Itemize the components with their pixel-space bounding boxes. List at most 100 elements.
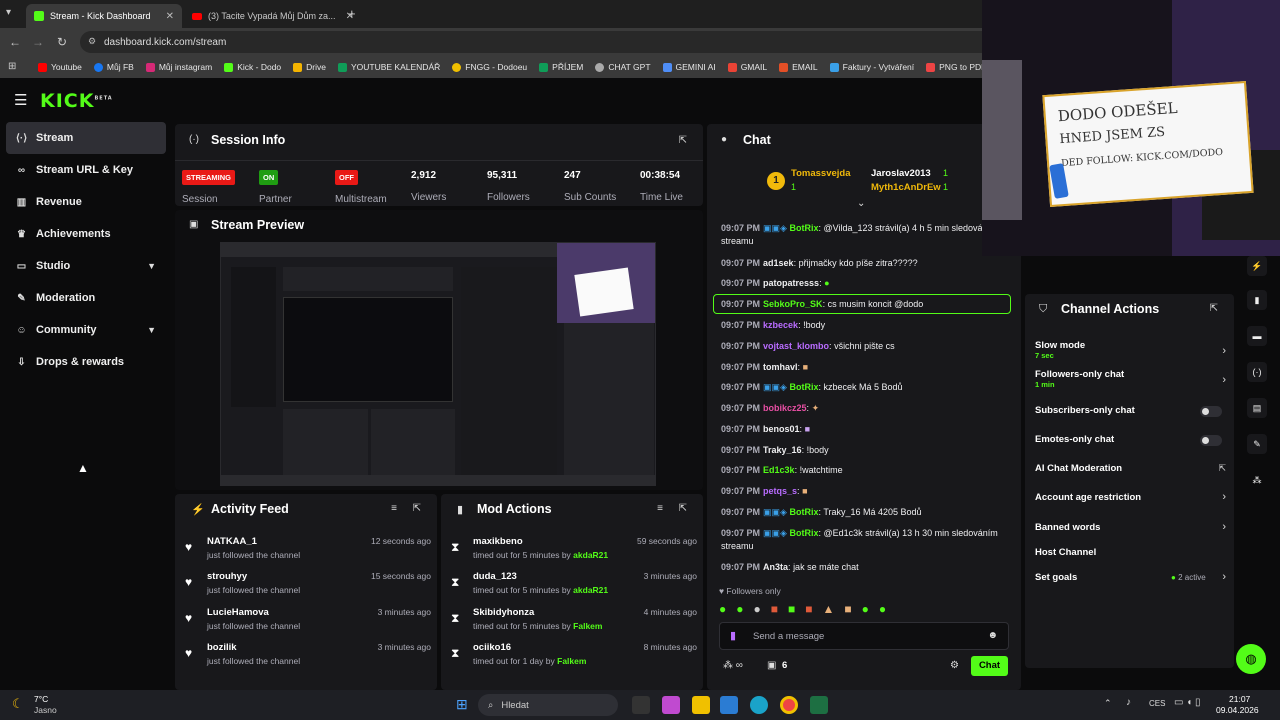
bookmark-gemini[interactable]: GEMINI AI (662, 62, 716, 72)
emote-icon: ■ (802, 362, 808, 372)
bookmark-chatgpt[interactable]: CHAT GPT (595, 62, 651, 72)
hamburger-menu-icon[interactable]: ☰ (14, 91, 27, 109)
filter-icon[interactable]: ≡ (391, 503, 397, 514)
bookmark-email[interactable]: EMAIL (779, 62, 818, 72)
bookmark-youtube[interactable]: Youtube (38, 62, 82, 72)
bookmark-drive[interactable]: Drive (293, 62, 326, 72)
address-bar[interactable]: ⚙ dashboard.kick.com/stream (80, 31, 1000, 53)
tab-list-icon[interactable]: ▾ (6, 7, 11, 18)
tab-kick-dashboard[interactable]: Stream - Kick Dashboard ✕ (26, 4, 182, 28)
reload-icon[interactable]: ↻ (52, 35, 72, 49)
copilot-icon[interactable] (662, 696, 680, 714)
emotes-only-toggle[interactable] (1200, 435, 1222, 446)
network-icon[interactable]: ▭ ◖ ▯ (1174, 697, 1201, 708)
new-tab-button[interactable]: + (348, 6, 356, 21)
wrench-icon: ✎ (17, 292, 26, 304)
bookmark-fb[interactable]: Můj FB (93, 62, 134, 72)
emoji-icon[interactable]: ☻ (987, 630, 998, 641)
microphone-icon[interactable]: ♪ (1126, 697, 1131, 708)
sidebar-item-studio[interactable]: ▭ Studio ▼ (6, 250, 166, 282)
sidebar-item-achievements[interactable]: ♛ Achievements (6, 218, 166, 250)
weather-moon-icon[interactable]: ☾ (12, 696, 24, 712)
gift-icon[interactable]: ▣ (767, 660, 776, 671)
bookmark-kick[interactable]: Kick - Dodo (224, 62, 281, 72)
support-headset-icon[interactable]: ◍ (1236, 644, 1266, 674)
slow-mode-row[interactable]: Slow mode 7 sec (1035, 340, 1235, 360)
top-gifter-3[interactable]: Myth1cAnDrEw (871, 182, 941, 193)
stream-preview-video[interactable] (220, 242, 656, 486)
banned-words-row[interactable]: Banned words (1035, 522, 1235, 533)
bookmark-gmail[interactable]: GMAIL (727, 62, 767, 72)
mod-actions-title: Mod Actions (477, 502, 552, 516)
close-tab-icon[interactable]: ✕ (166, 11, 174, 22)
send-chat-button[interactable]: Chat (971, 656, 1008, 676)
sidebar-item-stream[interactable]: ⟨·⟩ Stream (6, 122, 166, 154)
sidebar-item-revenue[interactable]: ▥ Revenue (6, 186, 166, 218)
ai-chat-moderation-row[interactable]: AI Chat Moderation (1035, 463, 1235, 474)
tray-expand-icon[interactable]: ⌃ (1104, 698, 1112, 709)
chat-input[interactable]: ▮ Send a message ☻ (719, 622, 1009, 650)
bookmark-png-to-pdf[interactable]: PNG to PDF (926, 62, 986, 72)
apps-grid-icon[interactable]: ⊞ (8, 61, 16, 72)
microphone-icon[interactable]: ▮ (730, 629, 736, 642)
top-gifter-2-count: 1 (943, 168, 949, 178)
chevron-right-icon[interactable]: › (1222, 521, 1226, 533)
bookmark-fngg[interactable]: FNGG - Dodoeu (452, 62, 527, 72)
lightning-icon[interactable]: ⚡ (1247, 256, 1267, 276)
followers-only-row[interactable]: Followers-only chat 1 min (1035, 369, 1235, 389)
bookmark-faktury[interactable]: Faktury - Vytváření (829, 62, 914, 72)
language-indicator[interactable]: CES (1149, 699, 1165, 708)
sidebar-item-stream-url-key[interactable]: ∞ Stream URL & Key (6, 154, 166, 186)
sidebar-item-moderation[interactable]: ✎ Moderation (6, 282, 166, 314)
kick-logo[interactable]: KICKBETA (40, 90, 113, 112)
wrench-icon[interactable]: ✎ (1247, 434, 1267, 454)
tab-youtube[interactable]: (3) Tacite Vypadá Můj Dům za... ✕ (184, 4, 362, 28)
top-gifter-1[interactable]: Tomassvejda (791, 168, 851, 179)
emote-bar[interactable]: ● ● ● ■ ■ ■ ▲ ■ ● ● (719, 602, 1009, 618)
tab-title: Stream - Kick Dashboard (50, 11, 151, 21)
forward-arrow-icon[interactable]: → (28, 35, 48, 49)
top-gifter-1-count: 1 (791, 182, 797, 192)
host-channel-row[interactable]: Host Channel (1035, 547, 1235, 558)
windows-start-icon[interactable]: ⊞ (456, 696, 468, 713)
filter-icon[interactable]: ≡ (657, 503, 663, 514)
chat-messages: 09:07 PM ▣▣◈ BotRix: @Vilda_123 strávil(a… (707, 212, 1021, 584)
file-explorer-icon[interactable] (692, 696, 710, 714)
back-arrow-icon[interactable]: ← (5, 35, 25, 49)
sidebar-item-community[interactable]: ☺ Community ▼ (6, 314, 166, 346)
sub-counts-value: 247 (564, 170, 581, 181)
bookmark-prijem[interactable]: PŘÍJEM (539, 62, 583, 72)
edge-icon[interactable] (750, 696, 768, 714)
mail-icon[interactable] (720, 696, 738, 714)
chevron-right-icon[interactable]: › (1222, 491, 1226, 503)
popout-icon[interactable]: ⇱ (679, 503, 687, 514)
sidebar-item-drops-rewards[interactable]: ⇩ Drops & rewards (6, 346, 166, 378)
broadcast-icon[interactable]: (·) (1247, 362, 1267, 382)
expand-leaderboard-icon[interactable]: ⌄ (857, 198, 865, 209)
shield-icon[interactable]: ▮ (1247, 290, 1267, 310)
chat-settings-gear-icon[interactable]: ⚙ (950, 660, 959, 671)
account-age-row[interactable]: Account age restriction (1035, 492, 1235, 503)
excel-icon[interactable] (810, 696, 828, 714)
subscribers-only-toggle[interactable] (1200, 406, 1222, 417)
popout-icon[interactable]: ⇱ (1218, 463, 1226, 474)
points-icon[interactable]: ⁂ ∞ (723, 660, 743, 671)
popout-icon[interactable]: ⇱ (679, 135, 687, 146)
chrome-icon[interactable] (780, 696, 798, 714)
popout-icon[interactable]: ⇱ (413, 503, 421, 514)
chevron-right-icon[interactable]: › (1222, 345, 1226, 357)
site-info-icon[interactable]: ⚙ (88, 36, 96, 47)
mod-action-item: ⧗ duda_123 timed out for 5 minutes by akda… (451, 571, 697, 595)
top-gifter-2[interactable]: Jaroslav2013 (871, 168, 931, 179)
chat-bubble-icon[interactable]: ▬ (1247, 326, 1267, 346)
taskbar-search[interactable]: ⌕ Hledat (478, 694, 618, 716)
popout-icon[interactable]: ⇱ (1210, 303, 1218, 314)
users-icon[interactable]: ⁂ (1247, 470, 1267, 490)
session-info-title: Session Info (211, 133, 286, 147)
clipboard-icon[interactable]: ▤ (1247, 398, 1267, 418)
bookmark-calendar[interactable]: YOUTUBE KALENDÁŘ (337, 62, 440, 72)
chevron-right-icon[interactable]: › (1222, 374, 1226, 386)
chevron-right-icon[interactable]: › (1222, 571, 1226, 583)
bookmark-instagram[interactable]: Můj instagram (145, 62, 212, 72)
task-view-icon[interactable] (632, 696, 650, 714)
